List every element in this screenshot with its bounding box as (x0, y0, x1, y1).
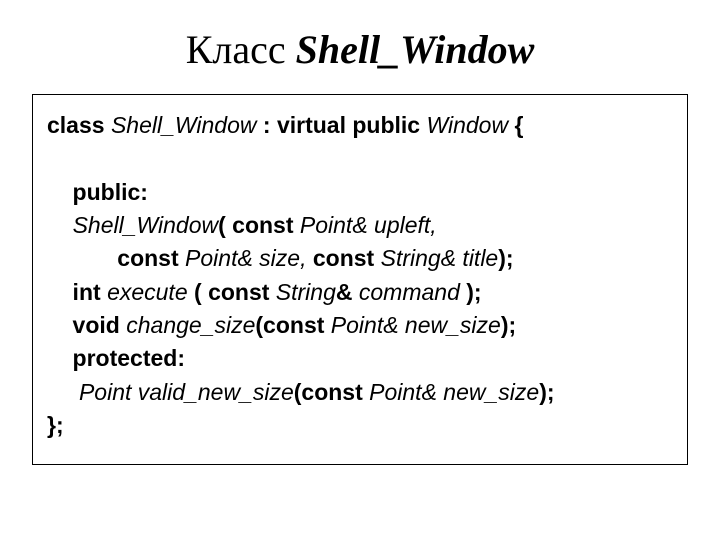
ctor-p3b: String& title (381, 245, 499, 271)
exec-amp: & (336, 279, 359, 305)
exec-type: String (276, 279, 336, 305)
vns-indent (47, 379, 79, 405)
code-box: class Shell_Window : virtual public Wind… (32, 94, 688, 465)
ctor-p2b: Point& size, (185, 245, 306, 271)
kw-protected: protected: (47, 345, 185, 371)
exec-ret: int (47, 279, 107, 305)
kw-public: public: (47, 179, 148, 205)
vns-name: Point valid_new_size (79, 379, 294, 405)
ctor-p2a: const (47, 245, 185, 271)
exec-close: ); (460, 279, 482, 305)
code-block: class Shell_Window : virtual public Wind… (47, 109, 673, 442)
exec-name: execute (107, 279, 188, 305)
classname: Shell_Window (111, 112, 263, 138)
ctor-p1b: Point& upleft, (300, 212, 437, 238)
vns-param: Point& new_size (369, 379, 539, 405)
baseclass: Window (426, 112, 508, 138)
kw-inherit: : virtual public (263, 112, 427, 138)
brace-close: }; (47, 412, 64, 438)
slide-title: Класс Shell_Window (32, 28, 688, 72)
ctor-name: Shell_Window (73, 212, 219, 238)
chg-param: Point& new_size (331, 312, 501, 338)
ctor-p3a: const (306, 245, 380, 271)
chg-ret: void (47, 312, 126, 338)
vns-p1a: (const (294, 379, 369, 405)
title-word: Класс (186, 27, 286, 72)
exec-param: command (359, 279, 460, 305)
chg-name: change_size (126, 312, 255, 338)
slide: Класс Shell_Window class Shell_Window : … (0, 0, 720, 540)
title-classname: Shell_Window (296, 27, 535, 72)
brace-open: { (508, 112, 523, 138)
ctor-close: ); (498, 245, 513, 271)
chg-p1a: (const (255, 312, 330, 338)
ctor-p1a: ( const (218, 212, 300, 238)
ctor-p1-tail (437, 212, 443, 238)
kw-class: class (47, 112, 111, 138)
vns-close: ); (539, 379, 554, 405)
exec-p1a: ( const (188, 279, 276, 305)
indent (47, 212, 73, 238)
chg-close: ); (501, 312, 516, 338)
